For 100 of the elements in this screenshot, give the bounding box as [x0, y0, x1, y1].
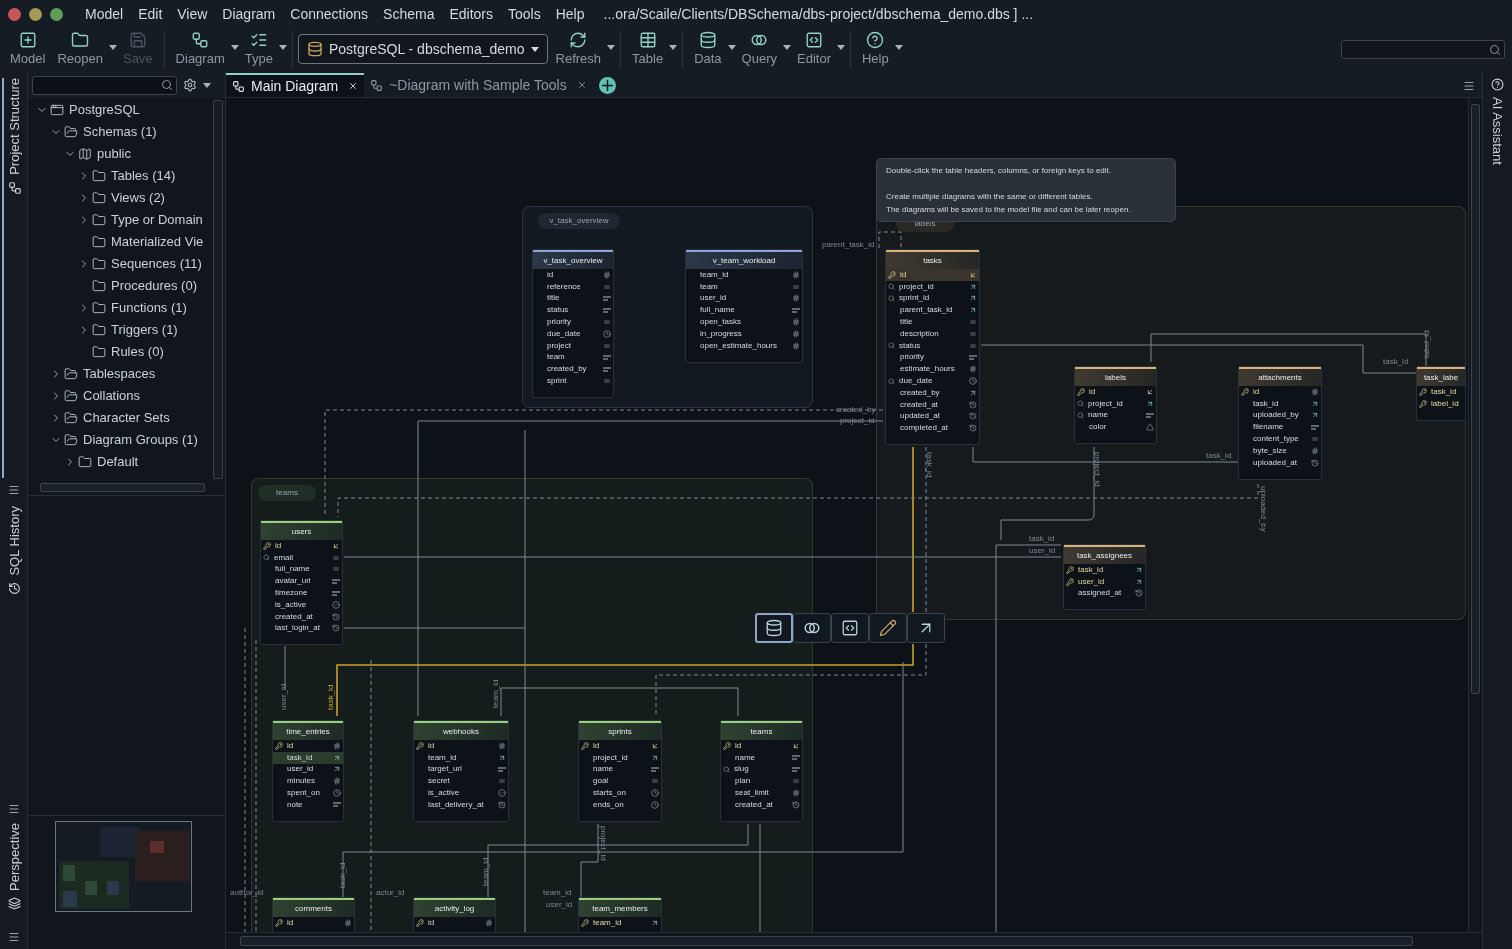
- menu-icon[interactable]: [7, 931, 20, 943]
- menu-item[interactable]: Diagram: [222, 3, 276, 25]
- table-row[interactable]: secret: [414, 775, 508, 788]
- table-row[interactable]: ends_on: [579, 799, 661, 811]
- table-row[interactable]: created_at: [261, 610, 342, 623]
- add-tab-icon[interactable]: [598, 77, 616, 94]
- table-row[interactable]: filename: [1239, 421, 1321, 434]
- table-row[interactable]: name: [1075, 409, 1156, 422]
- search-field[interactable]: [1341, 40, 1505, 59]
- toolbar-button[interactable]: Type: [238, 29, 279, 67]
- table-header[interactable]: attachments: [1239, 367, 1321, 386]
- table-header[interactable]: task_assignees: [1064, 545, 1145, 564]
- maximize-window-icon[interactable]: [50, 7, 63, 21]
- table-row[interactable]: target_url: [414, 763, 508, 776]
- caret-icon[interactable]: [894, 45, 903, 50]
- tree-item[interactable]: Triggers (1): [111, 320, 178, 340]
- table-row[interactable]: due_date: [533, 328, 613, 340]
- tree-item[interactable]: Character Sets: [83, 408, 170, 428]
- table-row[interactable]: label_id: [1417, 397, 1465, 410]
- tree-item[interactable]: Type or Domain: [111, 210, 203, 230]
- connector-line[interactable]: [655, 643, 927, 717]
- table-row[interactable]: created_by: [533, 363, 613, 376]
- table-header[interactable]: v_team_workload: [686, 250, 802, 269]
- close-window-icon[interactable]: [8, 7, 21, 21]
- table-card[interactable]: task_labe task_id label_id: [1416, 366, 1466, 421]
- table-row[interactable]: timezone: [261, 587, 342, 599]
- table-row[interactable]: seat_limit: [721, 787, 802, 799]
- table-row[interactable]: id: [533, 269, 613, 281]
- table-row[interactable]: last_delivery_at: [414, 799, 508, 811]
- table-row[interactable]: project_id: [579, 751, 661, 764]
- tree-item[interactable]: Functions (1): [111, 298, 187, 318]
- tree-item[interactable]: Sequences (11): [111, 254, 202, 274]
- side-tab[interactable]: SQL History: [1, 506, 26, 606]
- toolbar-button[interactable]: Table: [626, 29, 670, 67]
- table-row[interactable]: uploaded_at: [1239, 456, 1321, 469]
- table-row[interactable]: content_type: [1239, 433, 1321, 445]
- toolbar-button[interactable]: Help: [855, 29, 895, 67]
- table-row[interactable]: plan: [721, 775, 802, 788]
- table-header[interactable]: teams: [721, 721, 802, 740]
- caret-icon[interactable]: [203, 82, 211, 88]
- table-row[interactable]: slug: [721, 763, 802, 776]
- menu-item[interactable]: Schema: [383, 3, 435, 25]
- table-row[interactable]: color: [1075, 421, 1156, 434]
- table-header[interactable]: sprints: [579, 721, 661, 740]
- table-row[interactable]: created_at: [721, 799, 802, 811]
- caret-icon[interactable]: [727, 45, 736, 50]
- table-row[interactable]: id: [886, 269, 979, 281]
- connector-line[interactable]: [980, 344, 1417, 374]
- table-row[interactable]: avatar_url: [261, 575, 342, 588]
- caret-icon[interactable]: [783, 45, 791, 50]
- caret-icon[interactable]: [108, 45, 117, 50]
- table-row[interactable]: task_id: [273, 751, 343, 764]
- tree-item[interactable]: Tablespaces: [83, 364, 156, 384]
- table-card[interactable]: webhooks id team_id target_url secret is_active last_delivery_at: [413, 720, 509, 822]
- table-row[interactable]: updated_at: [886, 410, 979, 423]
- tree-item[interactable]: Default: [97, 452, 139, 472]
- table-row[interactable]: reference: [533, 280, 613, 293]
- search-field[interactable]: [32, 75, 177, 95]
- table-row[interactable]: id: [273, 917, 354, 929]
- table-row[interactable]: full_name: [686, 304, 802, 317]
- scrollbar[interactable]: [1471, 104, 1480, 694]
- table-row[interactable]: starts_on: [579, 787, 661, 799]
- table-row[interactable]: full_name: [261, 563, 342, 576]
- table-row[interactable]: project: [533, 339, 613, 352]
- side-tab[interactable]: Perspective: [1, 823, 26, 923]
- table-row[interactable]: id: [414, 917, 495, 929]
- connector-line[interactable]: [342, 661, 904, 898]
- table-header[interactable]: time_entries: [273, 721, 343, 740]
- table-card[interactable]: attachments id task_id uploaded_by filename content_type byte_size uploaded_at: [1238, 366, 1322, 480]
- side-tab[interactable]: Project Structure: [1, 78, 26, 478]
- table-row[interactable]: task_id: [1239, 397, 1321, 410]
- menu-icon[interactable]: [1463, 80, 1475, 92]
- table-header[interactable]: team_members: [579, 898, 661, 917]
- table-row[interactable]: email: [261, 551, 342, 564]
- table-row[interactable]: id: [1075, 386, 1156, 398]
- table-card[interactable]: time_entries id task_id user_id minutes spent_on note: [272, 720, 344, 822]
- table-row[interactable]: is_active: [414, 787, 508, 799]
- group-label[interactable]: v_task_overview: [538, 213, 620, 229]
- table-header[interactable]: v_task_overview: [533, 250, 613, 269]
- caret-icon[interactable]: [607, 45, 616, 50]
- table-row[interactable]: sprint: [533, 375, 613, 387]
- table-row[interactable]: due_date: [886, 375, 979, 387]
- connector-line[interactable]: [336, 643, 914, 717]
- table-row[interactable]: user_id: [686, 292, 802, 305]
- table-card[interactable]: labels id project_id name color: [1074, 366, 1157, 445]
- diagram-tab[interactable]: ~Diagram with Sample Tools: [364, 73, 593, 97]
- menu-item[interactable]: Model: [85, 3, 124, 25]
- table-card[interactable]: activity_log id: [413, 897, 496, 932]
- table-row[interactable]: status: [886, 339, 979, 352]
- table-row[interactable]: parent_task_id: [886, 304, 979, 317]
- table-row[interactable]: team_id: [414, 751, 508, 764]
- settings-icon[interactable]: [183, 78, 197, 92]
- table-header[interactable]: task_labe: [1417, 367, 1465, 386]
- tree-item[interactable]: PostgreSQL: [69, 100, 140, 120]
- table-card[interactable]: sprints id project_id name goal starts_on ends_on: [578, 720, 662, 822]
- table-header[interactable]: labels: [1075, 367, 1156, 386]
- table-card[interactable]: team_members team_id: [578, 897, 662, 932]
- tool-button[interactable]: [831, 613, 869, 643]
- toolbar-button[interactable]: Reopen: [51, 29, 109, 67]
- menu-item[interactable]: View: [177, 3, 208, 25]
